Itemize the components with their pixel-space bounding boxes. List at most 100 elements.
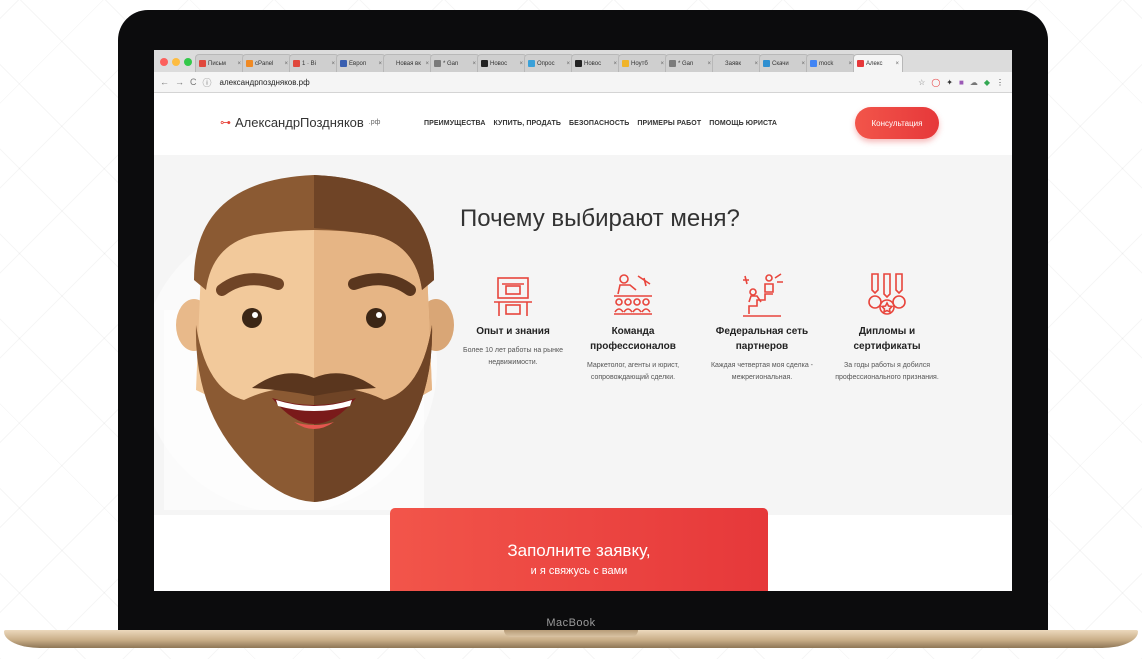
- tab-favicon-icon: [857, 60, 864, 67]
- nav-security[interactable]: БЕЗОПАСНОСТЬ: [569, 120, 629, 127]
- tab-label: * Gan: [678, 60, 694, 67]
- bearded-man-illustration: [154, 175, 454, 510]
- hero-title: Почему выбирают меня?: [460, 205, 740, 232]
- pin-icon[interactable]: ✦: [946, 78, 953, 87]
- nav-lawyer-help[interactable]: ПОМОЩЬ ЮРИСТА: [709, 120, 777, 127]
- tab-close-icon[interactable]: ×: [660, 61, 664, 67]
- feature-network: Федеральная сеть партнеров Каждая четвер…: [703, 272, 821, 384]
- browser-tab[interactable]: Опрос ×: [524, 54, 574, 72]
- logo-name: АлександрПозднякoв: [235, 115, 364, 130]
- browser-tab[interactable]: Новос ×: [571, 54, 621, 72]
- feature-title: Дипломы и сертификаты: [853, 326, 921, 352]
- feature-experience: Опыт и знания Более 10 лет работы на рын…: [454, 272, 572, 369]
- site-header: ⊶ АлександрПозднякoв .рф ПРЕИМУЩЕСТВА КУП…: [154, 93, 1012, 155]
- feature-text: Более 10 лет работы на рынке недвижимост…: [462, 347, 564, 366]
- feature-diplomas: Дипломы и сертификаты За годы работы я д…: [828, 272, 946, 384]
- minimize-window-icon[interactable]: [172, 58, 180, 66]
- tab-favicon-icon: [340, 60, 347, 67]
- feature-title: Команда профессионалов: [590, 326, 676, 352]
- tab-close-icon[interactable]: ×: [566, 61, 570, 67]
- cloud-icon[interactable]: ☁: [970, 78, 978, 87]
- star-icon[interactable]: ☆: [918, 78, 925, 87]
- tab-label: Заявк: [725, 60, 742, 67]
- back-icon[interactable]: ←: [160, 77, 169, 87]
- browser-tab[interactable]: Новос ×: [477, 54, 527, 72]
- laptop-notch: [504, 630, 638, 637]
- tab-label: 1 · Bi: [302, 60, 317, 67]
- tab-favicon-icon: [246, 60, 253, 67]
- medals-icon: [868, 273, 906, 315]
- tab-close-icon[interactable]: ×: [425, 61, 429, 67]
- browser-tab[interactable]: * Gan ×: [665, 54, 715, 72]
- info-icon: ⓘ: [202, 77, 212, 88]
- browser-tab[interactable]: mock ×: [806, 54, 856, 72]
- tab-label: Алекс: [866, 60, 883, 67]
- tab-label: cPanel: [255, 60, 274, 67]
- tab-label: Европ: [349, 60, 367, 67]
- extension-icon[interactable]: ■: [959, 78, 964, 87]
- opera-icon[interactable]: ◯: [931, 78, 940, 87]
- shield-icon[interactable]: ◆: [984, 78, 990, 87]
- browser-tab[interactable]: Алекс ×: [853, 54, 903, 72]
- feature-team: Команда профессионалов Маркетолог, агент…: [574, 272, 692, 384]
- feature-title: Федеральная сеть партнеров: [715, 326, 809, 352]
- browser-tab[interactable]: Скачи ×: [759, 54, 809, 72]
- tab-favicon-icon: [481, 60, 488, 67]
- desk-icon: [494, 277, 532, 316]
- tab-favicon-icon: [199, 60, 206, 67]
- tab-favicon-icon: [293, 60, 300, 67]
- nav-examples[interactable]: ПРИМЕРЫ РАБОТ: [637, 120, 701, 127]
- address-bar[interactable]: александрпозднякoв.рф: [220, 78, 310, 87]
- browser-tab[interactable]: Ноутб ×: [618, 54, 668, 72]
- order-subtitle: и я свяжусь с вами: [530, 565, 628, 577]
- tab-favicon-icon: [669, 60, 676, 67]
- tab-label: Скачи: [772, 60, 789, 67]
- tab-close-icon[interactable]: ×: [237, 61, 241, 67]
- browser-tabbar: Письм × cPanel × 1 · Bi × Европ × Новая вк × * Gan…: [154, 50, 1012, 72]
- tab-close-icon[interactable]: ×: [848, 61, 852, 67]
- tab-label: Новос: [584, 60, 602, 67]
- browser-tab[interactable]: cPanel ×: [242, 54, 292, 72]
- tab-favicon-icon: [810, 60, 817, 67]
- consultation-button[interactable]: Консультация: [855, 107, 939, 139]
- site-logo[interactable]: ⊶ АлександрПозднякoв .рф: [220, 115, 380, 130]
- feature-title: Опыт и знания: [476, 326, 550, 337]
- main-nav: ПРЕИМУЩЕСТВА КУПИТЬ, ПРОДАТЬ БЕЗОПАСНОСТ…: [424, 120, 777, 127]
- tab-close-icon[interactable]: ×: [284, 61, 288, 67]
- menu-icon[interactable]: ⋮: [996, 78, 1004, 87]
- tab-close-icon[interactable]: ×: [472, 61, 476, 67]
- tab-close-icon[interactable]: ×: [801, 61, 805, 67]
- browser-tab[interactable]: Заявк ×: [712, 54, 762, 72]
- tab-close-icon[interactable]: ×: [378, 61, 382, 67]
- tab-close-icon[interactable]: ×: [754, 61, 758, 67]
- tab-label: Ноутб: [631, 60, 648, 67]
- browser-tab[interactable]: Европ ×: [336, 54, 386, 72]
- extensions: ☆ ◯ ✦ ■ ☁ ◆ ⋮: [918, 78, 1012, 87]
- reload-icon[interactable]: C: [190, 77, 197, 87]
- network-icon: [743, 273, 783, 317]
- tab-close-icon[interactable]: ×: [519, 61, 523, 67]
- tab-close-icon[interactable]: ×: [895, 61, 899, 67]
- browser-tab[interactable]: Новая вк ×: [383, 54, 433, 72]
- tab-favicon-icon: [763, 60, 770, 67]
- nav-advantages[interactable]: ПРЕИМУЩЕСТВА: [424, 120, 486, 127]
- tab-label: Новос: [490, 60, 508, 67]
- tab-favicon-icon: [434, 60, 441, 67]
- tab-close-icon[interactable]: ×: [331, 61, 335, 67]
- browser-tab[interactable]: Письм ×: [195, 54, 245, 72]
- tab-close-icon[interactable]: ×: [613, 61, 617, 67]
- order-request-block[interactable]: Заполните заявку, и я свяжусь с вами: [390, 508, 768, 591]
- tab-close-icon[interactable]: ×: [707, 61, 711, 67]
- logo-suffix: .рф: [368, 119, 381, 126]
- browser-tab[interactable]: * Gan ×: [430, 54, 480, 72]
- window-controls: [154, 58, 198, 72]
- close-window-icon[interactable]: [160, 58, 168, 66]
- tab-label: mock: [819, 60, 834, 67]
- device-label: MacBook: [546, 617, 596, 629]
- forward-icon[interactable]: →: [175, 77, 184, 87]
- team-icon: [614, 274, 652, 315]
- maximize-window-icon[interactable]: [184, 58, 192, 66]
- nav-buy-sell[interactable]: КУПИТЬ, ПРОДАТЬ: [494, 120, 562, 127]
- browser-tab[interactable]: 1 · Bi ×: [289, 54, 339, 72]
- tab-favicon-icon: [716, 60, 723, 67]
